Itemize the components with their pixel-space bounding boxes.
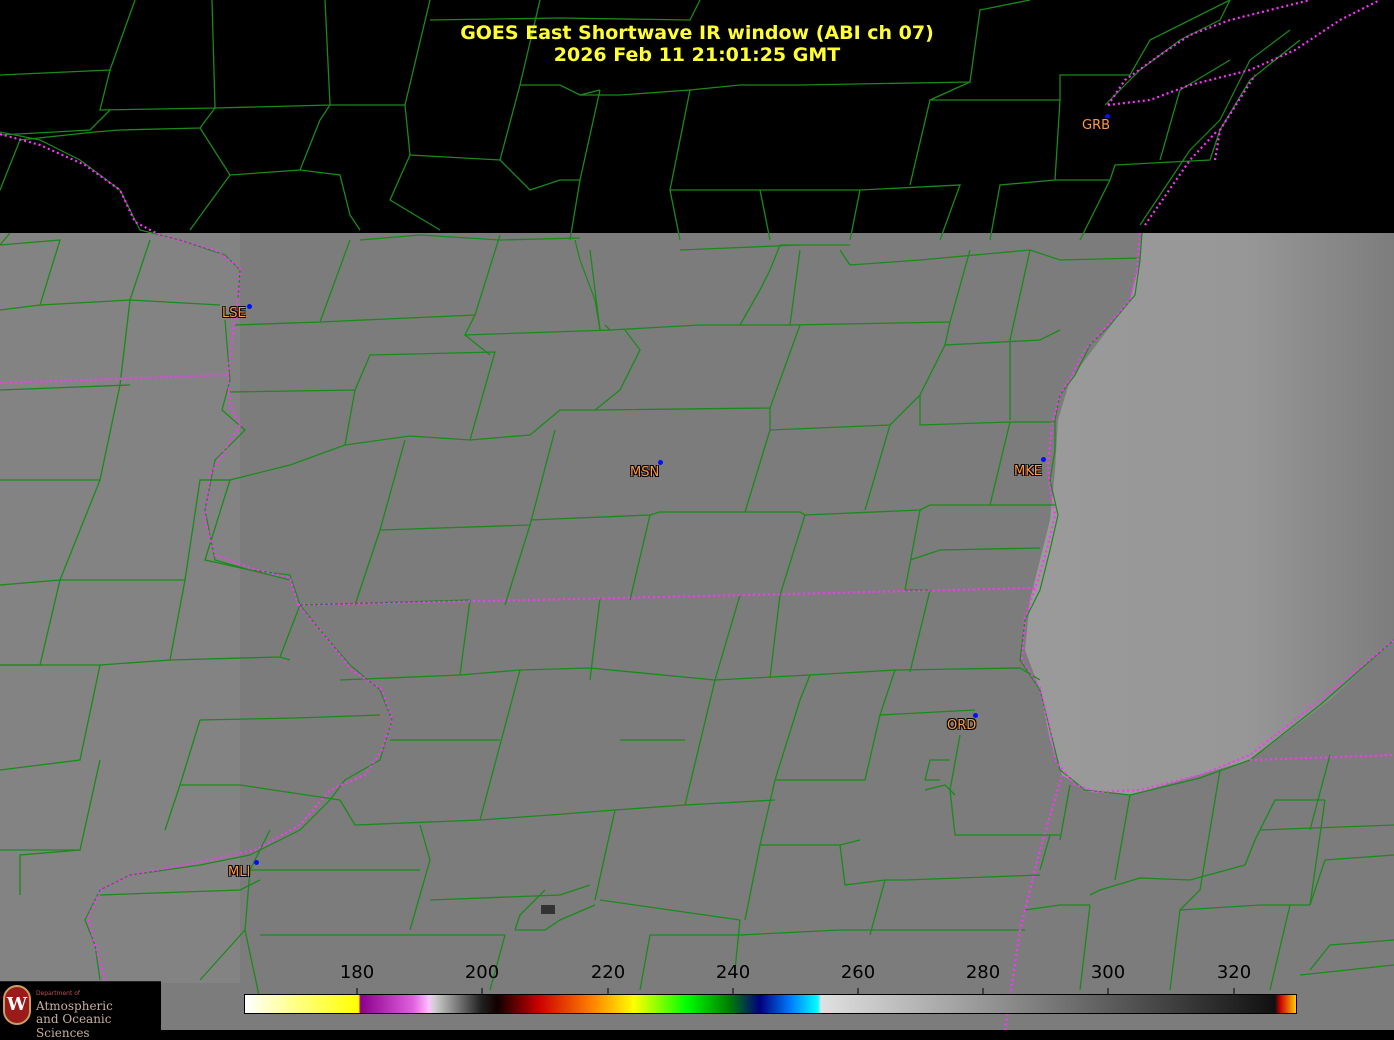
colorbar-tick-label: 320 <box>1216 962 1252 983</box>
station-marker-mke <box>1041 457 1046 462</box>
station-label-mli: MLI <box>228 865 251 880</box>
satellite-map <box>0 0 1394 1030</box>
colorbar-tick-label: 280 <box>965 962 1001 983</box>
aos-logo: W Department of Atmospheric and Oceanic … <box>0 981 161 1040</box>
station-label-grb: GRB <box>1082 118 1111 133</box>
colorbar-tick-label: 240 <box>715 962 751 983</box>
logo-dept-text: Department of <box>36 990 80 997</box>
station-marker-lse <box>247 304 252 309</box>
colorbar-tick-label: 180 <box>339 962 375 983</box>
station-label-msn: MSN <box>630 465 660 480</box>
station-label-lse: LSE <box>222 306 246 321</box>
colorbar-tick-label: 200 <box>464 962 500 983</box>
ir-imagery-west <box>0 233 240 983</box>
cold-pixel <box>541 905 555 914</box>
image-timestamp: 2026 Feb 11 21:01:25 GMT <box>553 44 841 66</box>
station-label-ord: ORD <box>947 718 977 733</box>
colorbar-tick-label: 260 <box>840 962 876 983</box>
image-title: GOES East Shortwave IR window (ABI ch 07… <box>460 22 934 44</box>
colorbar-tick-label: 300 <box>1090 962 1126 983</box>
station-label-mke: MKE <box>1014 464 1042 479</box>
temperature-colorbar <box>244 994 1297 1014</box>
colorbar-tick-label: 220 <box>590 962 626 983</box>
uw-crest-icon: W <box>3 985 31 1025</box>
logo-line1-text: Atmospheric <box>36 999 113 1013</box>
logo-line2-text: and Oceanic Sciences <box>36 1012 112 1040</box>
station-marker-mli <box>254 860 259 865</box>
